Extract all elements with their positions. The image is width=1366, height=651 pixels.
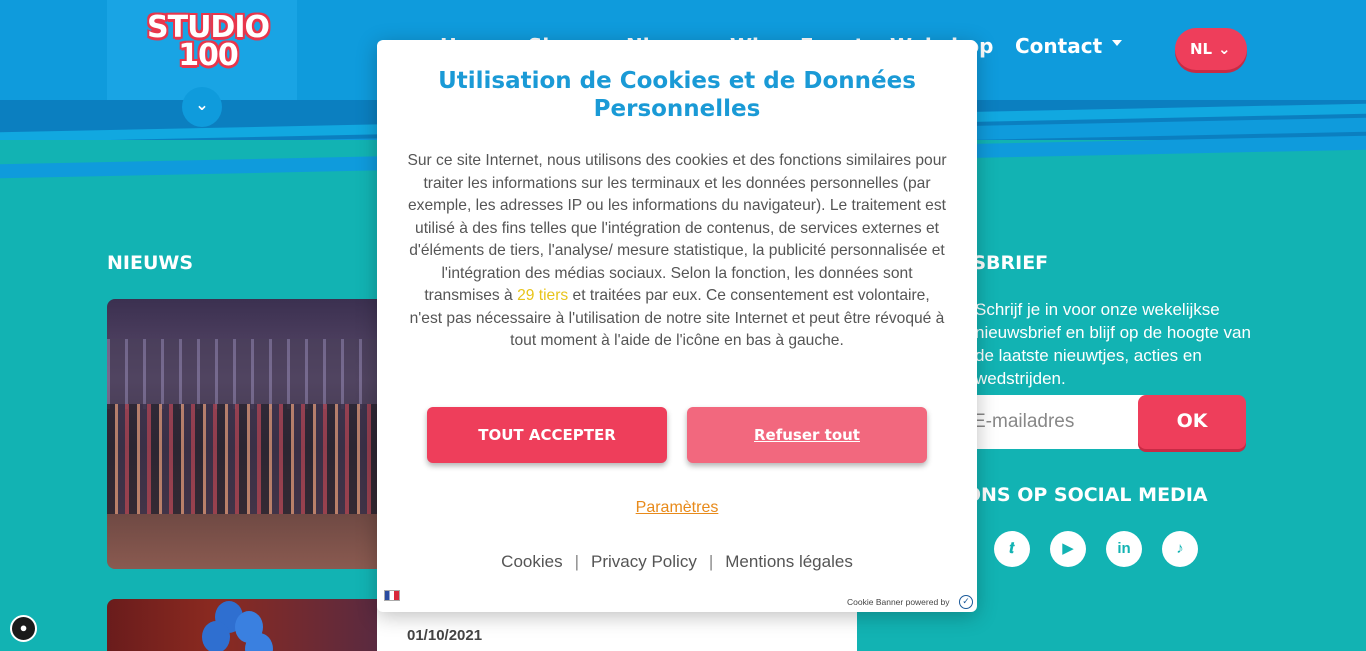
news-section-title: NIEUWS <box>107 252 194 274</box>
refuse-all-button[interactable]: Refuser tout <box>687 407 927 463</box>
language-selector[interactable]: NL ⌄ <box>1175 28 1247 70</box>
newsletter-text: Schrijf je in voor onze wekelijkse nieuw… <box>975 300 1251 388</box>
youtube-icon[interactable]: ▶ <box>1050 531 1086 567</box>
cookie-consent-modal: Utilisation de Cookies et de Données Per… <box>377 40 977 612</box>
linkedin-icon[interactable]: in <box>1106 531 1142 567</box>
image-stage <box>107 339 377 409</box>
chevron-down-icon[interactable]: ⌄ <box>182 87 222 127</box>
chevron-down-icon: ⌄ <box>1218 40 1231 58</box>
cookie-modal-title: Utilisation de Cookies et de Données Per… <box>438 68 916 122</box>
tiktok-icon[interactable]: ♪ <box>1162 531 1198 567</box>
cookies-link[interactable]: Cookies <box>501 552 562 571</box>
french-flag-icon[interactable] <box>384 590 400 601</box>
logo-line2: 100 <box>178 38 239 73</box>
image-balloon <box>202 621 230 651</box>
image-crowd <box>107 404 377 514</box>
separator: | <box>574 552 580 571</box>
logo-box[interactable]: STUDIO 100 ⌄ <box>107 0 297 127</box>
language-label: NL <box>1190 40 1213 58</box>
legal-notice-link[interactable]: Mentions légales <box>725 552 853 571</box>
cookie-icon[interactable]: ● <box>10 615 37 642</box>
image-balloon <box>245 633 273 651</box>
accept-all-button[interactable]: TOUT ACCEPTER <box>427 407 667 463</box>
newsletter-submit-button[interactable]: OK <box>1138 395 1246 449</box>
news-image[interactable] <box>107 599 377 651</box>
cookie-footer-links: Cookies | Privacy Policy | Mentions légales <box>377 552 977 572</box>
powered-by-text: Cookie Banner powered by <box>847 597 950 607</box>
third-parties-link[interactable]: 29 tiers <box>517 287 568 304</box>
news-date: 01/10/2021 <box>407 627 483 644</box>
twitter-icon[interactable]: 𝒕 <box>994 531 1030 567</box>
email-input[interactable]: E-mailadres <box>958 395 1148 449</box>
separator: | <box>708 552 714 571</box>
studio100-logo[interactable]: STUDIO 100 <box>147 13 270 73</box>
cookie-modal-body: Sur ce site Internet, nous utilisons des… <box>407 150 947 353</box>
privacy-policy-link[interactable]: Privacy Policy <box>591 552 697 571</box>
caret-down-icon[interactable] <box>1112 40 1122 46</box>
cookie-body-text: Sur ce site Internet, nous utilisons des… <box>407 152 947 304</box>
usercentrics-check-icon[interactable]: ✓ <box>959 595 973 609</box>
nav-contact[interactable]: Contact <box>1015 34 1102 58</box>
settings-link[interactable]: Paramètres <box>377 499 977 517</box>
news-image[interactable] <box>107 299 377 569</box>
